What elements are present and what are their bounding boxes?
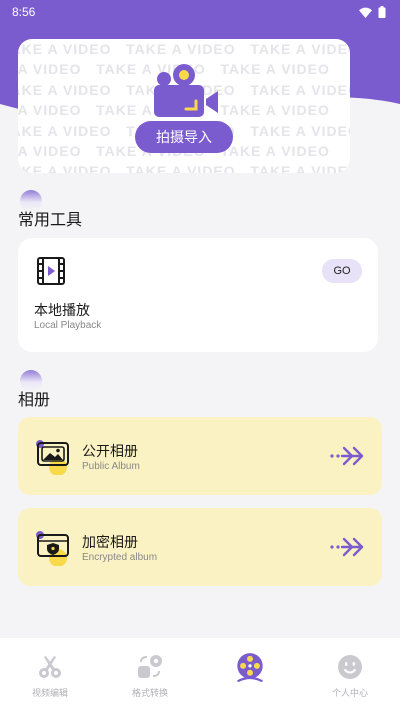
- local-playback-card[interactable]: GO 本地播放 Local Playback: [18, 238, 378, 352]
- public-album-card[interactable]: 公开相册 Public Album: [18, 417, 382, 495]
- watermark-row: TAKE A VIDEO TAKE A VIDEO TAKE A VIDEO: [18, 41, 350, 57]
- tab-video-edit[interactable]: 视频编辑: [0, 638, 100, 712]
- bottom-tab-bar: 视频编辑 格式转换 个人中心: [0, 638, 400, 712]
- locked-album-icon: [36, 531, 69, 566]
- tools-section-title: 常用工具: [18, 212, 83, 229]
- tab-label: 视频编辑: [31, 688, 68, 698]
- battery-icon: [378, 6, 386, 18]
- shoot-import-button[interactable]: 拍摄导入: [135, 121, 233, 153]
- status-bar: 8:56: [0, 0, 400, 24]
- scissors-icon: [39, 656, 61, 678]
- public-album-subtitle: Public Album: [82, 461, 140, 472]
- album-section-title: 相册: [18, 392, 51, 409]
- photo-album-icon: [36, 440, 69, 475]
- status-time: 8:56: [12, 5, 36, 19]
- convert-icon: [138, 655, 162, 678]
- wifi-icon: [359, 7, 372, 18]
- film-reel-icon: [237, 653, 263, 682]
- tab-profile[interactable]: 个人中心: [300, 638, 400, 712]
- watermark-row: TAKE A VIDEO TAKE A VIDEO TAKE A VIDEO: [18, 163, 350, 173]
- encrypted-album-subtitle: Encrypted album: [82, 552, 158, 563]
- double-chevron-right-icon: [330, 446, 364, 466]
- encrypted-album-card[interactable]: 加密相册 Encrypted album: [18, 508, 382, 586]
- tab-label: 个人中心: [331, 688, 368, 698]
- encrypted-album-title: 加密相册: [82, 534, 138, 550]
- film-icon: [37, 257, 65, 285]
- tab-label: 格式转换: [131, 688, 168, 698]
- public-album-title: 公开相册: [82, 443, 138, 459]
- double-chevron-right-icon: [330, 537, 364, 557]
- go-button[interactable]: GO: [322, 259, 362, 283]
- video-camera-icon: [154, 64, 218, 117]
- smiley-icon: [338, 655, 362, 679]
- tab-home[interactable]: [200, 638, 300, 712]
- tab-format-convert[interactable]: 格式转换: [100, 638, 200, 712]
- local-playback-subtitle: Local Playback: [34, 320, 102, 331]
- video-import-card: TAKE A VIDEO TAKE A VIDEO TAKE A VIDEO T…: [18, 39, 350, 173]
- local-playback-title: 本地播放: [34, 302, 90, 318]
